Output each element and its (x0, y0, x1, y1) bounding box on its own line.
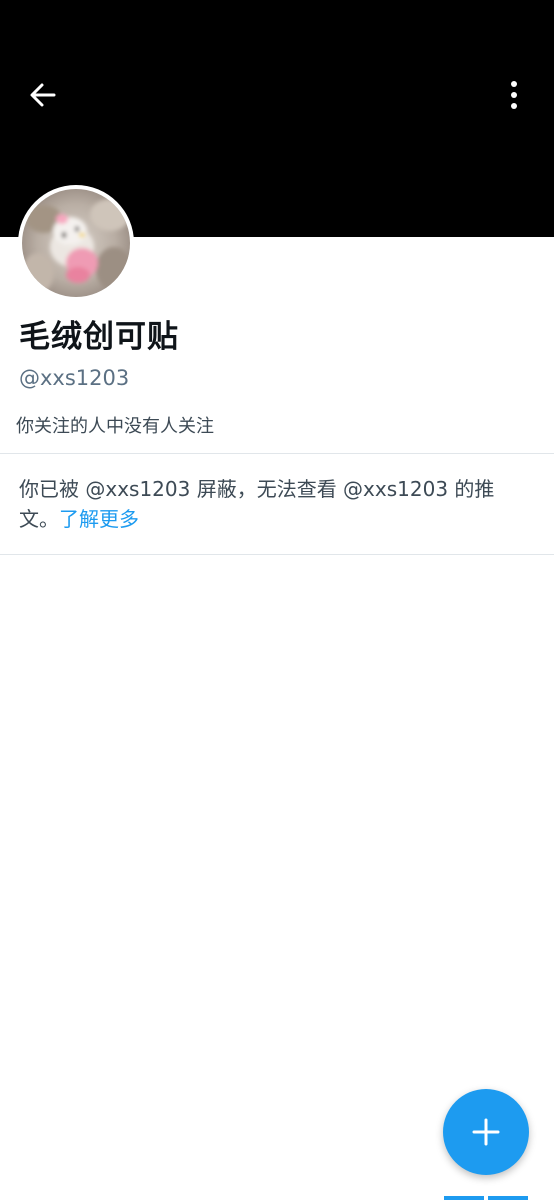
bottom-indicator (444, 1196, 484, 1200)
arrow-left-icon (30, 83, 56, 107)
profile-handle: @xxs1203 (19, 366, 130, 390)
compose-tweet-button[interactable] (443, 1089, 529, 1175)
learn-more-link[interactable]: 了解更多 (59, 507, 139, 531)
bottom-indicator (488, 1196, 528, 1200)
plus-icon (472, 1118, 500, 1146)
blocked-notice: 你已被 @xxs1203 屏蔽，无法查看 @xxs1203 的推文。了解更多 (19, 474, 529, 534)
divider (0, 554, 554, 555)
followers-you-know-text: 你关注的人中没有人关注 (16, 416, 214, 437)
more-options-button[interactable] (494, 74, 534, 116)
back-button[interactable] (22, 74, 64, 116)
avatar-image (22, 189, 130, 297)
divider (0, 453, 554, 454)
avatar[interactable] (18, 185, 134, 301)
profile-display-name: 毛绒创可贴 (19, 319, 179, 355)
more-vertical-icon (511, 81, 517, 109)
